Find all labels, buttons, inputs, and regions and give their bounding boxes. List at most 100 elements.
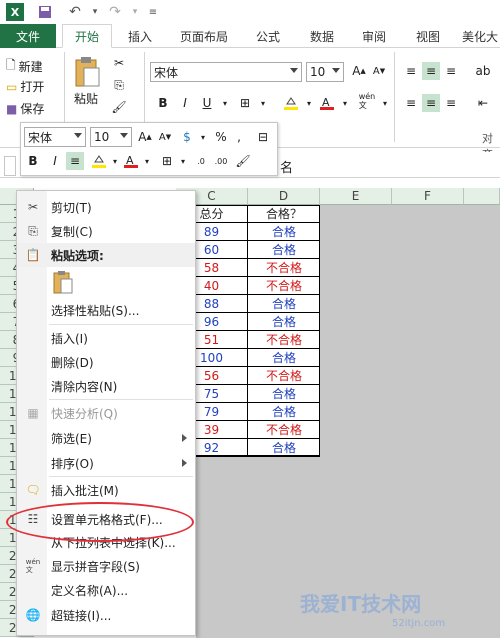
tab-review[interactable]: 审阅 xyxy=(354,24,394,48)
chevron-down-icon[interactable]: ▾ xyxy=(300,94,318,112)
menu-item-phonetic[interactable]: wén 文显示拼音字段(S) xyxy=(17,554,195,578)
tab-home[interactable]: 开始 xyxy=(62,24,112,48)
cell-pass-status[interactable]: 不合格 xyxy=(248,331,320,349)
increase-decimal-icon[interactable]: .0 xyxy=(192,152,210,170)
col-header-d[interactable]: D xyxy=(248,188,320,205)
col-header-next[interactable] xyxy=(464,188,500,205)
menu-item-define-name[interactable]: 定义名称(A)... xyxy=(17,578,195,602)
save-icon[interactable] xyxy=(36,3,54,21)
open-button[interactable]: ▭ 打开 xyxy=(6,78,44,95)
cell-pass-status[interactable]: 不合格 xyxy=(248,367,320,385)
new-button[interactable]: 🗋 新建 xyxy=(6,56,43,77)
decrease-decimal-icon[interactable]: .00 xyxy=(212,152,230,170)
tab-view[interactable]: 视图 xyxy=(408,24,448,48)
fill-color-icon[interactable] xyxy=(282,94,300,112)
header-cell-pass[interactable]: 合格？ xyxy=(248,205,320,223)
tab-page-layout[interactable]: 页面布局 xyxy=(172,24,236,48)
cell-pass-status[interactable]: 合格 xyxy=(248,313,320,331)
mini-center-align-icon[interactable]: ≡ xyxy=(66,152,84,170)
customize-qat-icon[interactable]: ≡ xyxy=(144,3,162,21)
border-icon[interactable]: ⊞ xyxy=(236,94,254,112)
tab-formulas[interactable]: 公式 xyxy=(248,24,288,48)
align-center-icon[interactable]: ≡ xyxy=(422,94,440,112)
chevron-down-icon[interactable] xyxy=(74,133,82,138)
comma-style-icon[interactable]: , xyxy=(230,128,248,146)
underline-icon[interactable]: U xyxy=(198,94,216,112)
merge-cells-icon[interactable]: ⊟ xyxy=(254,128,272,146)
align-middle-icon[interactable]: ≡ xyxy=(422,62,440,80)
bold-icon[interactable]: B xyxy=(154,94,172,112)
mini-bold-icon[interactable]: B xyxy=(24,152,42,170)
decrease-indent-icon[interactable]: ⇤ xyxy=(474,94,492,112)
phonetic-icon[interactable]: wén 文 xyxy=(358,92,376,110)
mini-format-painter-icon[interactable]: 🖌 xyxy=(234,152,252,170)
percent-icon[interactable]: % xyxy=(212,128,230,146)
align-left-icon[interactable]: ≡ xyxy=(402,94,420,112)
name-box[interactable] xyxy=(4,156,16,176)
col-header-f[interactable]: F xyxy=(392,188,464,205)
menu-item-insert-comment[interactable]: 🗨 插入批注(M) xyxy=(17,478,195,502)
font-color-icon[interactable]: A xyxy=(318,94,336,112)
col-header-e[interactable]: E xyxy=(320,188,392,205)
tab-data[interactable]: 数据 xyxy=(302,24,342,48)
mini-italic-icon[interactable]: I xyxy=(46,152,64,170)
grow-font-icon[interactable]: A ▲ xyxy=(136,128,154,146)
tab-insert[interactable]: 插入 xyxy=(120,24,160,48)
chevron-down-icon[interactable] xyxy=(332,68,340,73)
tab-beautify[interactable]: 美化大 xyxy=(460,24,500,48)
cell-pass-status[interactable]: 合格 xyxy=(248,349,320,367)
chevron-down-icon[interactable]: ▾ xyxy=(174,152,192,170)
mini-font-name-combo[interactable]: 宋体 xyxy=(24,127,86,147)
chevron-down-icon[interactable]: ▾ xyxy=(138,152,156,170)
clipboard-paste-icon[interactable] xyxy=(72,56,102,90)
save-button[interactable]: ■ 保存 xyxy=(6,100,44,117)
menu-item-sort[interactable]: 排序(O) xyxy=(17,451,195,475)
menu-item-copy[interactable]: ⎘ 复制(C) xyxy=(17,219,195,243)
cell-pass-status[interactable]: 合格 xyxy=(248,241,320,259)
mini-font-size-combo[interactable]: 10 xyxy=(90,127,132,147)
chevron-down-icon[interactable]: ▾ xyxy=(336,94,354,112)
menu-item-insert[interactable]: 插入(I) xyxy=(17,326,195,350)
copy-icon[interactable]: ⎘ xyxy=(110,76,128,94)
cell-pass-status[interactable]: 合格 xyxy=(248,295,320,313)
menu-item-paste-special[interactable]: 选择性粘贴(S)... xyxy=(17,298,195,322)
font-name-combo[interactable]: 宋体 xyxy=(150,62,302,82)
chevron-down-icon[interactable]: ▾ xyxy=(216,94,234,112)
align-top-icon[interactable]: ≡ xyxy=(402,62,420,80)
cell-pass-status[interactable]: 合格 xyxy=(248,223,320,241)
shrink-font-icon[interactable]: A ▼ xyxy=(370,62,388,80)
cell-pass-status[interactable]: 不合格 xyxy=(248,277,320,295)
cell-pass-status[interactable]: 不合格 xyxy=(248,259,320,277)
menu-item-clear[interactable]: 清除内容(N) xyxy=(17,374,195,398)
menu-item-cut[interactable]: ✂ 剪切(T) xyxy=(17,195,195,219)
align-right-icon[interactable]: ≡ xyxy=(442,94,460,112)
cell-pass-status[interactable]: 合格 xyxy=(248,403,320,421)
cell-pass-status[interactable]: 合格 xyxy=(248,385,320,403)
chevron-down-icon[interactable]: ▾ xyxy=(376,94,394,112)
chevron-down-icon[interactable] xyxy=(290,68,298,73)
format-painter-icon[interactable]: 🖌 xyxy=(110,98,128,116)
orientation-icon[interactable]: ab xyxy=(474,62,492,80)
menu-item-filter[interactable]: 筛选(E) xyxy=(17,426,195,450)
shrink-font-icon[interactable]: A ▼ xyxy=(156,128,174,146)
chevron-down-icon[interactable]: ▾ xyxy=(194,128,212,146)
paste-label[interactable]: 粘贴 xyxy=(74,90,98,107)
paste-option-clipboard-icon[interactable] xyxy=(52,270,74,296)
menu-item-hyperlink[interactable]: 🌐 超链接(I)... xyxy=(17,603,195,627)
cell-pass-status[interactable]: 合格 xyxy=(248,439,320,457)
chevron-down-icon[interactable] xyxy=(120,133,128,138)
italic-icon[interactable]: I xyxy=(176,94,194,112)
redo-dropdown-icon[interactable]: ▾ xyxy=(126,3,144,21)
undo-dropdown-icon[interactable]: ▾ xyxy=(86,3,104,21)
font-size-combo[interactable]: 10 xyxy=(306,62,344,82)
undo-icon[interactable]: ↶ xyxy=(66,3,84,21)
cut-icon[interactable]: ✂ xyxy=(110,54,128,72)
redo-icon[interactable]: ↷ xyxy=(106,3,124,21)
tab-file[interactable]: 文件 xyxy=(0,24,56,48)
align-bottom-icon[interactable]: ≡ xyxy=(442,62,460,80)
chevron-down-icon[interactable]: ▾ xyxy=(254,94,272,112)
formula-content[interactable]: 名 xyxy=(280,157,293,176)
grow-font-icon[interactable]: A ▲ xyxy=(350,62,368,80)
menu-item-delete[interactable]: 删除(D) xyxy=(17,350,195,374)
cell-pass-status[interactable]: 不合格 xyxy=(248,421,320,439)
